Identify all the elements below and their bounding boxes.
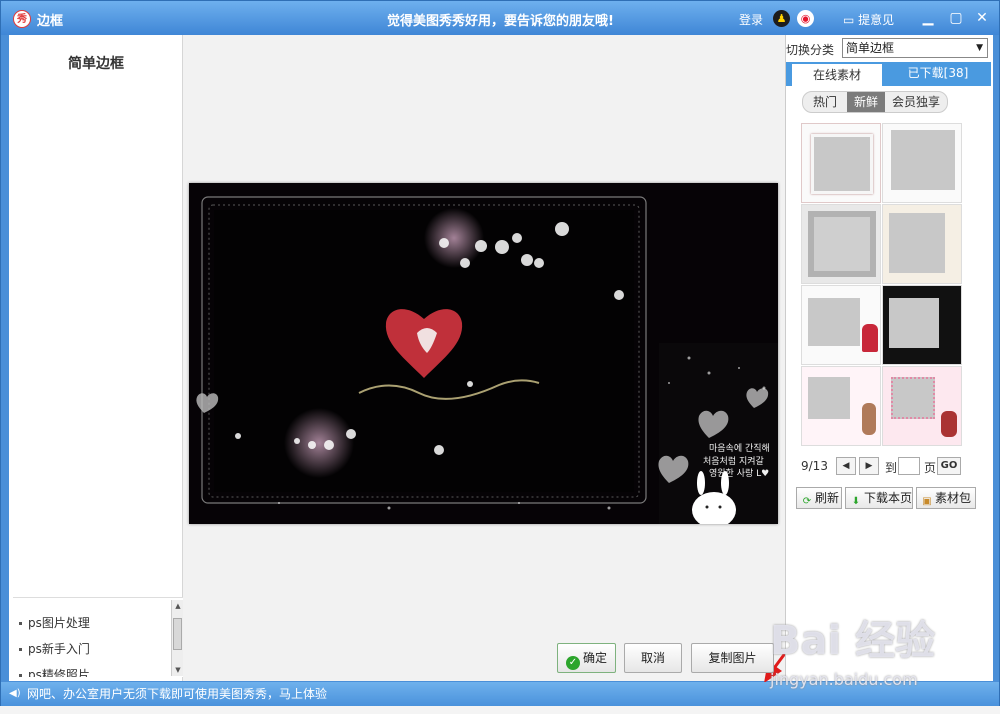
login-link[interactable]: 登录	[739, 11, 763, 28]
refresh-label: 刷新	[815, 491, 840, 505]
thumbnail-item[interactable]	[801, 285, 881, 365]
download-page-button[interactable]: ⬇ 下载本页	[845, 487, 913, 509]
feedback-label: 提意见	[858, 13, 895, 27]
thumbnail-item[interactable]	[801, 204, 881, 284]
scroll-up-icon[interactable]: ▲	[172, 600, 183, 612]
watermark-logo-text: Bai 经验	[770, 618, 936, 664]
chat-bubble-icon: ▭	[843, 13, 855, 27]
material-tabs: 在线素材 已下载[38]	[786, 62, 991, 86]
subtab-group: 热门 新鲜 会员独享	[802, 91, 948, 113]
main-content: 简单边框 ps图片处理 ps新手入门 ps精修照片 ▲ ▼ 마음속에 간직해 처…	[9, 35, 993, 683]
weibo-icon[interactable]: ◉	[797, 10, 814, 27]
category-select[interactable]: 简单边框 ▼	[842, 38, 988, 58]
package-icon: ▣	[922, 496, 932, 507]
tutorial-scrollbar[interactable]: ▲ ▼	[171, 600, 183, 676]
overlay-text-1: 마음속에 간직해	[709, 443, 770, 454]
speaker-icon: ◀)	[9, 688, 21, 699]
frame-artwork: 마음속에 간직해 처음처럼 지켜갈 영원한 사랑 L♥	[189, 183, 778, 524]
thumbnail-item[interactable]	[882, 123, 962, 203]
thumbnail-grid	[801, 123, 963, 447]
download-page-label: 下载本页	[864, 491, 913, 505]
tutorial-list: ps图片处理 ps新手入门 ps精修照片 ▲ ▼	[13, 597, 183, 677]
bullet-icon	[19, 648, 22, 651]
page-number-input[interactable]	[898, 457, 920, 475]
preview-area: 마음속에 간직해 처음처럼 지켜갈 영원한 사랑 L♥ ✓ 确定 取消 复制图片	[184, 35, 836, 683]
feedback-link[interactable]: ▭ 提意见	[843, 11, 894, 28]
list-item-label: ps图片处理	[28, 616, 90, 630]
subtab-hot[interactable]: 热门	[807, 92, 843, 112]
scroll-thumb[interactable]	[173, 618, 182, 650]
left-panel: 简单边框 ps图片处理 ps新手入门 ps精修照片 ▲ ▼	[9, 35, 183, 681]
download-icon: ⬇	[851, 496, 861, 507]
list-item[interactable]: ps新手入门	[19, 640, 90, 657]
frame-preview-image: 마음속에 간직해 처음처럼 지켜갈 영원한 사랑 L♥	[189, 183, 778, 524]
list-item-label: ps新手入门	[28, 642, 90, 656]
window-title: 边框	[37, 14, 64, 29]
promo-text: 觉得美图秀秀好用，要告诉您的朋友哦!	[387, 14, 614, 29]
baidu-watermark: Bai 经验 jingyan.baidu.com	[770, 600, 990, 690]
category-label: 切换分类	[786, 43, 835, 57]
status-message[interactable]: 网吧、办公室用户无须下载即可使用美图秀秀，马上体验	[27, 687, 327, 701]
refresh-button[interactable]: ⟳ 刷新	[796, 487, 842, 509]
list-item[interactable]: ps图片处理	[19, 614, 90, 631]
bullet-icon	[19, 674, 22, 677]
minimize-icon[interactable]: ▁	[919, 9, 937, 27]
go-button[interactable]: GO	[937, 457, 961, 475]
tab-online-material[interactable]: 在线素材	[792, 62, 882, 86]
watermark-url: jingyan.baidu.com	[770, 670, 918, 689]
scroll-down-icon[interactable]: ▼	[172, 664, 183, 676]
prev-page-icon[interactable]: ◀	[836, 457, 856, 475]
list-item[interactable]: ps精修照片	[19, 666, 90, 677]
copy-image-button[interactable]: 复制图片	[691, 643, 774, 673]
confirm-button[interactable]: ✓ 确定	[557, 643, 616, 673]
to-label: 到	[885, 461, 898, 475]
overlay-text-2: 처음처럼 지켜갈	[703, 455, 764, 467]
thumbnail-item[interactable]	[801, 123, 881, 203]
package-label: 素材包	[935, 491, 972, 505]
chevron-down-icon: ▼	[976, 43, 983, 53]
close-icon[interactable]: ✕	[973, 9, 991, 27]
thumbnail-item[interactable]	[801, 366, 881, 446]
meitu-logo-icon: 秀	[13, 10, 31, 28]
category-title: 简单边框	[68, 56, 124, 72]
tab-downloaded[interactable]: 已下载[38]	[888, 62, 988, 86]
subtab-new[interactable]: 新鲜	[847, 92, 885, 112]
overlay-text-3: 영원한 사랑 L♥	[709, 467, 769, 479]
page-label: 页	[924, 461, 937, 475]
qq-icon[interactable]: ♟	[773, 10, 790, 27]
bullet-icon	[19, 622, 22, 625]
title-bar: 秀 边框 觉得美图秀秀好用，要告诉您的朋友哦! 登录 ♟ ◉ ▭ 提意见 ▁ ▢…	[1, 1, 999, 35]
maximize-icon[interactable]: ▢	[947, 9, 965, 27]
thumbnail-item[interactable]	[882, 366, 962, 446]
thumbnail-item[interactable]	[882, 204, 962, 284]
material-package-button[interactable]: ▣ 素材包	[916, 487, 976, 509]
thumbnail-item[interactable]	[882, 285, 962, 365]
check-icon: ✓	[565, 656, 580, 670]
cancel-button[interactable]: 取消	[624, 643, 682, 673]
next-page-icon[interactable]: ▶	[859, 457, 879, 475]
confirm-label: 确定	[582, 651, 607, 665]
list-item-label: ps精修照片	[28, 668, 90, 677]
category-value: 简单边框	[846, 41, 895, 55]
refresh-icon: ⟳	[802, 496, 812, 507]
subtab-vip[interactable]: 会员独享	[889, 92, 943, 112]
page-indicator: 9/13	[801, 459, 828, 473]
material-panel: 切换分类 简单边框 ▼ 在线素材 已下载[38] 热门 新鲜 会员独享 9/13…	[785, 35, 993, 681]
